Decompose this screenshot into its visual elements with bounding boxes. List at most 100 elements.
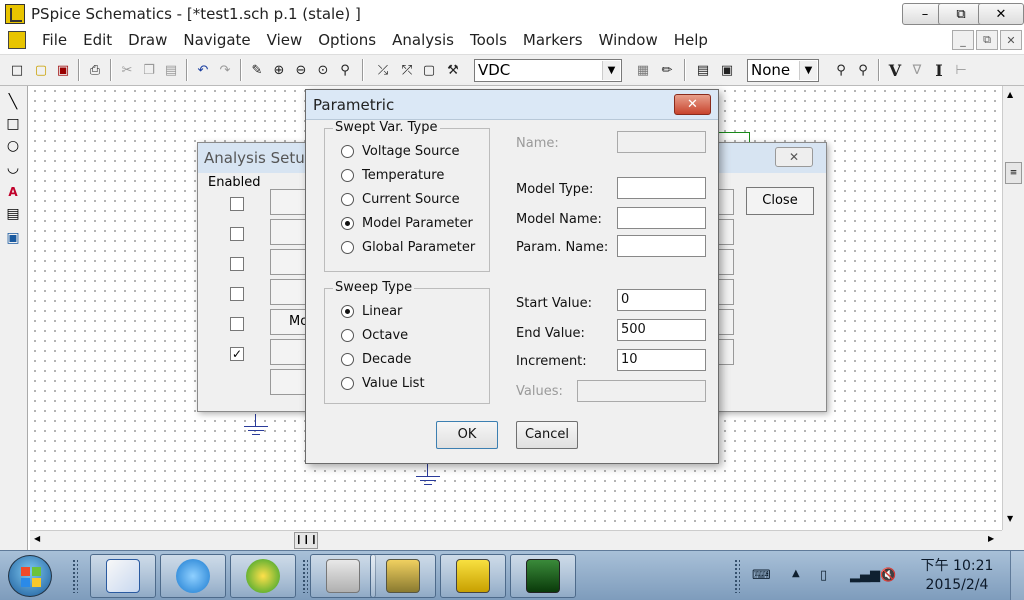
text-box-icon[interactable]: ▤ — [3, 204, 23, 224]
voltage-diff-marker-icon[interactable]: ∇ — [906, 59, 928, 81]
removable-device-icon[interactable]: ▯ — [820, 568, 827, 583]
insert-picture-icon[interactable]: ▣ — [3, 228, 23, 248]
start-value-field[interactable]: 0 — [617, 289, 706, 311]
increment-field[interactable]: 10 — [617, 349, 706, 371]
enable-checkbox-checked[interactable]: ✓ — [230, 347, 244, 361]
mdi-minimize-button[interactable]: _ — [952, 30, 974, 50]
copy-icon[interactable]: ❐ — [138, 59, 160, 81]
end-value-field[interactable]: 500 — [617, 319, 706, 341]
menu-view[interactable]: View — [259, 28, 311, 52]
radio-button[interactable] — [341, 377, 354, 390]
scroll-down-icon[interactable]: ▼ — [1007, 514, 1013, 523]
menu-edit[interactable]: Edit — [75, 28, 120, 52]
draw-arc-icon[interactable]: ◡ — [3, 158, 23, 178]
scroll-right-icon[interactable]: ▶ — [988, 534, 994, 543]
radio-current-source[interactable]: Current Source — [341, 192, 460, 207]
analysis-type-button[interactable] — [270, 279, 310, 305]
scroll-left-icon[interactable]: ◀ — [34, 534, 40, 543]
taskbar-grip[interactable] — [302, 559, 308, 593]
mdi-restore-button[interactable]: ⧉ — [976, 30, 998, 50]
close-icon[interactable]: ✕ — [674, 94, 711, 115]
radio-button-selected[interactable] — [341, 305, 354, 318]
simulate-icon[interactable]: ▣ — [716, 59, 738, 81]
volume-muted-icon[interactable]: 🔇 — [880, 568, 896, 583]
menu-draw[interactable]: Draw — [120, 28, 175, 52]
draw-line-icon[interactable]: ╲ — [3, 92, 23, 112]
menu-options[interactable]: Options — [310, 28, 384, 52]
save-icon[interactable]: ▣ — [52, 59, 74, 81]
taskbar-app-error[interactable] — [310, 554, 376, 598]
analysis-type-button[interactable]: Mo — [270, 309, 310, 335]
analysis-type-button[interactable] — [270, 339, 310, 365]
enable-checkbox[interactable] — [230, 287, 244, 301]
menu-file[interactable]: File — [34, 28, 75, 52]
show-hidden-icons-icon[interactable]: ▲ — [792, 568, 800, 579]
cancel-button[interactable]: Cancel — [516, 421, 578, 449]
menu-analysis[interactable]: Analysis — [384, 28, 462, 52]
menu-tools[interactable]: Tools — [462, 28, 515, 52]
model-name-field[interactable] — [617, 207, 706, 229]
close-window-button[interactable]: ✕ — [978, 3, 1024, 25]
draw-block-icon[interactable]: ▢ — [418, 59, 440, 81]
analysis-type-button[interactable] — [270, 189, 310, 215]
mdi-close-button[interactable]: ✕ — [1000, 30, 1022, 50]
taskbar-app-refresh[interactable] — [230, 554, 296, 598]
taskbar-app-pspice[interactable] — [440, 554, 506, 598]
taskbar-app-ie[interactable] — [160, 554, 226, 598]
radio-value-list[interactable]: Value List — [341, 376, 425, 391]
radio-button-selected[interactable] — [341, 217, 354, 230]
enable-checkbox[interactable] — [230, 197, 244, 211]
radio-linear[interactable]: Linear — [341, 304, 402, 319]
menu-help[interactable]: Help — [666, 28, 716, 52]
probe-find-icon[interactable]: ⚲ — [852, 59, 874, 81]
draw-circle-icon[interactable]: ○ — [3, 136, 23, 156]
draw-wire-icon[interactable]: ⤰ — [372, 59, 394, 81]
radio-button[interactable] — [341, 145, 354, 158]
taskbar-app-schematic[interactable] — [370, 554, 436, 598]
zoom-in-icon[interactable]: ⊕ — [268, 59, 290, 81]
chevron-down-icon[interactable]: ▼ — [602, 61, 620, 80]
menu-navigate[interactable]: Navigate — [175, 28, 258, 52]
enable-checkbox[interactable] — [230, 257, 244, 271]
analysis-setup-close-icon[interactable]: ✕ — [775, 147, 813, 167]
network-signal-icon[interactable]: ▂▄▆ — [850, 568, 880, 583]
scroll-up-icon[interactable]: ▲ — [1007, 90, 1013, 99]
enable-checkbox[interactable] — [230, 227, 244, 241]
setup-analysis-icon[interactable]: ▤ — [692, 59, 714, 81]
analysis-type-button[interactable] — [270, 249, 310, 275]
net-combo[interactable]: None ▼ — [747, 59, 819, 82]
radio-octave[interactable]: Octave — [341, 328, 408, 343]
part-name-combo[interactable]: VDC ▼ — [474, 59, 622, 82]
vertical-scroll-thumb[interactable]: ≡ — [1005, 162, 1022, 184]
model-type-field[interactable] — [617, 177, 706, 199]
start-button[interactable] — [8, 555, 52, 597]
text-tool-icon[interactable]: A — [3, 182, 23, 202]
draw-rectangle-icon[interactable]: □ — [3, 114, 23, 134]
vertical-scrollbar[interactable]: ▲ ≡ ▼ — [1002, 86, 1024, 530]
open-folder-icon[interactable]: ▢ — [30, 59, 52, 81]
horizontal-scroll-thumb[interactable]: ❙❙❙ — [294, 532, 318, 549]
probe-search-icon[interactable]: ⚲ — [830, 59, 852, 81]
zoom-area-icon[interactable]: ⊙ — [312, 59, 334, 81]
redraw-icon[interactable]: ✎ — [246, 59, 268, 81]
radio-button[interactable] — [341, 353, 354, 366]
cut-icon[interactable]: ✂ — [116, 59, 138, 81]
radio-button[interactable] — [341, 193, 354, 206]
analysis-type-button[interactable] — [270, 369, 310, 395]
power-marker-icon[interactable]: ⊢ — [950, 59, 972, 81]
radio-voltage-source[interactable]: Voltage Source — [341, 144, 460, 159]
new-file-icon[interactable]: □ — [6, 59, 28, 81]
radio-model-parameter[interactable]: Model Parameter — [341, 216, 473, 231]
taskbar-app-probe[interactable] — [510, 554, 576, 598]
analysis-close-button[interactable]: Close — [746, 187, 814, 215]
show-desktop-button[interactable] — [1010, 551, 1024, 600]
voltage-marker-icon[interactable]: V — [884, 59, 906, 81]
radio-decade[interactable]: Decade — [341, 352, 411, 367]
menu-window[interactable]: Window — [591, 28, 666, 52]
document-icon[interactable] — [8, 31, 26, 49]
radio-button[interactable] — [341, 169, 354, 182]
get-part-icon[interactable]: ⚒ — [442, 59, 464, 81]
analysis-type-button[interactable] — [270, 219, 310, 245]
radio-button[interactable] — [341, 329, 354, 342]
param-name-field[interactable] — [617, 235, 706, 257]
